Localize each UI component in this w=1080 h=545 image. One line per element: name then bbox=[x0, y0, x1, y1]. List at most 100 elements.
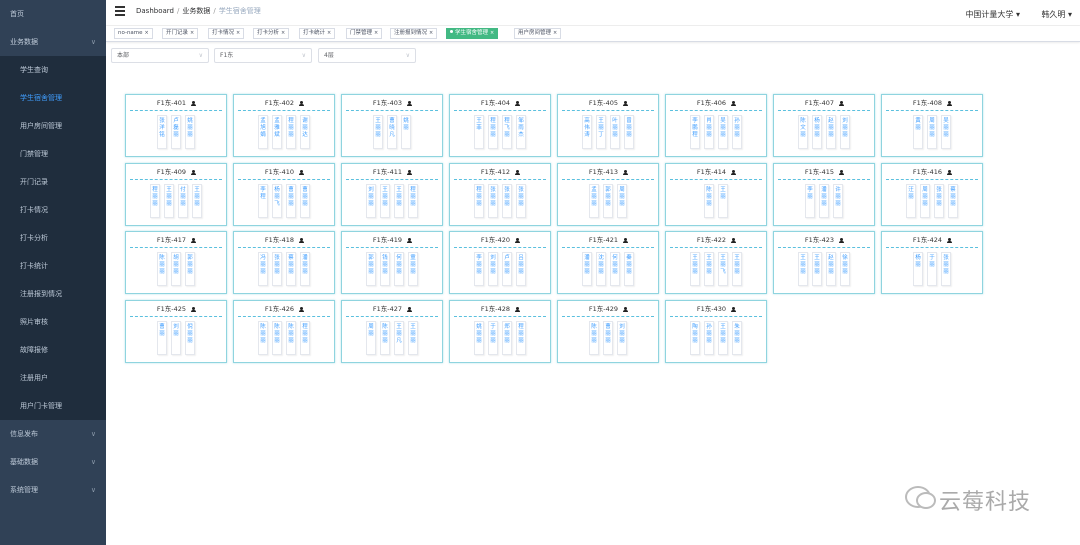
room-card[interactable]: F1东-429 陈丽丽 曹丽丽 刘丽丽 bbox=[557, 299, 659, 363]
bed-slot[interactable]: 王丽丽 bbox=[812, 252, 822, 286]
tag-item[interactable]: 打卡统计 × bbox=[299, 28, 336, 39]
bed-slot[interactable]: 张丽丽 bbox=[941, 252, 951, 286]
floor-select[interactable]: 4层 ∨ bbox=[318, 48, 416, 63]
bed-slot[interactable]: 周丽丽 bbox=[617, 183, 627, 218]
sidebar-item[interactable]: 首页 bbox=[0, 0, 106, 28]
room-card[interactable]: F1东-430 陶丽丽 孙丽丽 王丽丽 朱丽丽 bbox=[665, 299, 767, 363]
room-card[interactable]: F1东-418 冯丽丽 张丽丽 蔡丽丽 潘丽丽 bbox=[233, 231, 335, 294]
bed-slot[interactable]: 杨丽飞 bbox=[272, 183, 282, 218]
bed-slot[interactable]: 赵丽丽 bbox=[826, 115, 836, 149]
bed-slot[interactable]: 王丽丽 bbox=[690, 252, 700, 286]
room-card[interactable]: F1东-415 李丽 潘丽丽 许丽丽 bbox=[773, 162, 875, 226]
bed-slot[interactable]: 程丽丽 bbox=[474, 183, 484, 218]
bed-slot[interactable]: 陶丽丽 bbox=[690, 320, 700, 355]
sidebar-item[interactable]: 学生查询 bbox=[0, 56, 106, 84]
bed-slot[interactable]: 孟旭娟 bbox=[258, 115, 268, 149]
bed-slot[interactable]: 徐丽丽 bbox=[840, 252, 850, 286]
bed-slot[interactable]: 孟丽丽 bbox=[589, 183, 599, 218]
room-card[interactable]: F1东-423 王丽丽 王丽丽 赵丽丽 徐丽丽 bbox=[773, 231, 875, 294]
room-card[interactable]: F1东-421 潘丽丽 沈丽丽 何丽丽 秦丽丽 bbox=[557, 231, 659, 294]
bed-slot[interactable]: 吴丽丽 bbox=[941, 115, 951, 149]
tag-item[interactable]: 注册报到情况 × bbox=[390, 28, 438, 39]
bed-slot[interactable]: 孙丽丽 bbox=[704, 320, 714, 355]
bed-slot[interactable]: 许丽丽 bbox=[833, 183, 843, 218]
close-icon[interactable]: × bbox=[327, 30, 331, 36]
bed-slot[interactable]: 周丽 bbox=[366, 320, 376, 355]
bed-slot[interactable]: 潘丽丽 bbox=[300, 252, 310, 286]
bed-slot[interactable]: 周丽丽 bbox=[920, 183, 930, 218]
bed-slot[interactable]: 姚丽丽 bbox=[474, 320, 484, 355]
bed-slot[interactable]: 卢丽丽 bbox=[502, 252, 512, 286]
tag-item[interactable]: 打卡情况 × bbox=[208, 28, 245, 39]
bed-slot[interactable]: 刘丽丽 bbox=[840, 115, 850, 149]
sidebar-item[interactable]: 注册报到情况 bbox=[0, 280, 106, 308]
sidebar-item[interactable]: 用户门卡管理 bbox=[0, 392, 106, 420]
sidebar-item[interactable]: 打卡统计 bbox=[0, 252, 106, 280]
room-card[interactable]: F1东-414 陈丽丽 王丽 bbox=[665, 162, 767, 226]
bed-slot[interactable]: 王丽丽 bbox=[408, 320, 418, 355]
bed-slot[interactable]: 王丽丽 bbox=[798, 252, 808, 286]
bed-slot[interactable]: 曹丽丽 bbox=[603, 320, 613, 355]
room-card[interactable]: F1东-411 刘丽丽 王丽丽 王丽丽 程丽丽 bbox=[341, 162, 443, 226]
room-card[interactable]: F1东-409 程丽丽 王丽丽 付丽丽 王丽丽 bbox=[125, 162, 227, 226]
bed-slot[interactable]: 姚丽丽 bbox=[185, 115, 195, 149]
sidebar-item[interactable]: 照片审核 bbox=[0, 308, 106, 336]
breadcrumb-item[interactable]: Dashboard bbox=[136, 7, 174, 15]
bed-slot[interactable]: 曹晓凡 bbox=[387, 115, 397, 149]
tag-item[interactable]: 打卡分析 × bbox=[253, 28, 290, 39]
bed-slot[interactable]: 汪丽 bbox=[906, 183, 916, 218]
bed-slot[interactable]: 李程 bbox=[258, 183, 268, 218]
bed-slot[interactable]: 姚丽 bbox=[401, 115, 411, 149]
bed-slot[interactable]: 张丽丽 bbox=[488, 183, 498, 218]
bed-slot[interactable]: 王丽丽 bbox=[380, 183, 390, 218]
bed-slot[interactable]: 李鹏程 bbox=[690, 115, 700, 149]
close-icon[interactable]: × bbox=[490, 30, 494, 36]
bed-slot[interactable]: 郭丽丽 bbox=[366, 252, 376, 286]
bed-slot[interactable]: 刘丽丽 bbox=[366, 183, 376, 218]
bed-slot[interactable]: 李丽丽 bbox=[474, 252, 484, 286]
bed-slot[interactable]: 王丽丽 bbox=[732, 252, 742, 286]
close-icon[interactable]: × bbox=[374, 30, 378, 36]
bed-slot[interactable]: 陈丽丽 bbox=[589, 320, 599, 355]
sidebar-item[interactable]: 基础数据 ∨ bbox=[0, 448, 106, 476]
bed-slot[interactable]: 何丽丽 bbox=[394, 252, 404, 286]
bed-slot[interactable]: 张洋铭 bbox=[157, 115, 167, 149]
bed-slot[interactable]: 王丽丽 bbox=[192, 183, 202, 218]
bed-slot[interactable]: 陈丽丽 bbox=[380, 320, 390, 355]
tag-item[interactable]: no-name × bbox=[114, 28, 153, 39]
bed-slot[interactable]: 沈丽丽 bbox=[596, 252, 606, 286]
bed-slot[interactable]: 卢磊丽 bbox=[171, 115, 181, 149]
bed-slot[interactable]: 杨丽 bbox=[913, 252, 923, 286]
hamburger-icon[interactable] bbox=[115, 6, 125, 16]
user-dropdown[interactable]: 韩久明 ▾ bbox=[1041, 9, 1072, 20]
bed-slot[interactable]: 童丽丽 bbox=[408, 252, 418, 286]
bed-slot[interactable]: 何丽丽 bbox=[610, 252, 620, 286]
bed-slot[interactable]: 程丽丽 bbox=[408, 183, 418, 218]
sidebar-item[interactable]: 打卡分析 bbox=[0, 224, 106, 252]
bed-slot[interactable]: 程丽丽 bbox=[516, 320, 526, 355]
tag-item[interactable]: 开门记录 × bbox=[162, 28, 199, 39]
bed-slot[interactable]: 程丽丽 bbox=[300, 320, 310, 355]
bed-slot[interactable]: 曾丽丽 bbox=[624, 115, 634, 149]
room-card[interactable]: F1东-408 黄丽 周丽丽 吴丽丽 bbox=[881, 94, 983, 157]
bed-slot[interactable]: 陈丽丽 bbox=[286, 320, 296, 355]
org-dropdown[interactable]: 中国计量大学 ▾ bbox=[965, 9, 1020, 20]
bed-slot[interactable]: 吴丽丽 bbox=[718, 115, 728, 149]
bed-slot[interactable]: 张丽丽 bbox=[502, 183, 512, 218]
bed-slot[interactable]: 蔡丽丽 bbox=[948, 183, 958, 218]
room-card[interactable]: F1东-417 陈丽丽 胡丽丽 郭丽丽 bbox=[125, 231, 227, 294]
sidebar-item[interactable]: 开门记录 bbox=[0, 168, 106, 196]
bed-slot[interactable]: 付丽丽 bbox=[178, 183, 188, 218]
room-card[interactable]: F1东-420 李丽丽 刘丽丽 卢丽丽 吕丽丽 bbox=[449, 231, 551, 294]
sidebar-item[interactable]: 学生宿舍管理 bbox=[0, 84, 106, 112]
breadcrumb-item[interactable]: 业务数据 bbox=[182, 7, 210, 15]
close-icon[interactable]: × bbox=[553, 30, 557, 36]
room-card[interactable]: F1东-404 王菲 程丽丽 程飞丽 邹雨杰 bbox=[449, 94, 551, 157]
bed-slot[interactable]: 邹雨杰 bbox=[516, 115, 526, 149]
bed-slot[interactable]: 刘丽丽 bbox=[488, 252, 498, 286]
close-icon[interactable]: × bbox=[236, 30, 240, 36]
bed-slot[interactable]: 王丽丽 bbox=[718, 320, 728, 355]
bed-slot[interactable]: 郭丽丽 bbox=[185, 252, 195, 286]
bed-slot[interactable]: 于丽丽 bbox=[488, 320, 498, 355]
sidebar-item[interactable]: 用户房间管理 bbox=[0, 112, 106, 140]
